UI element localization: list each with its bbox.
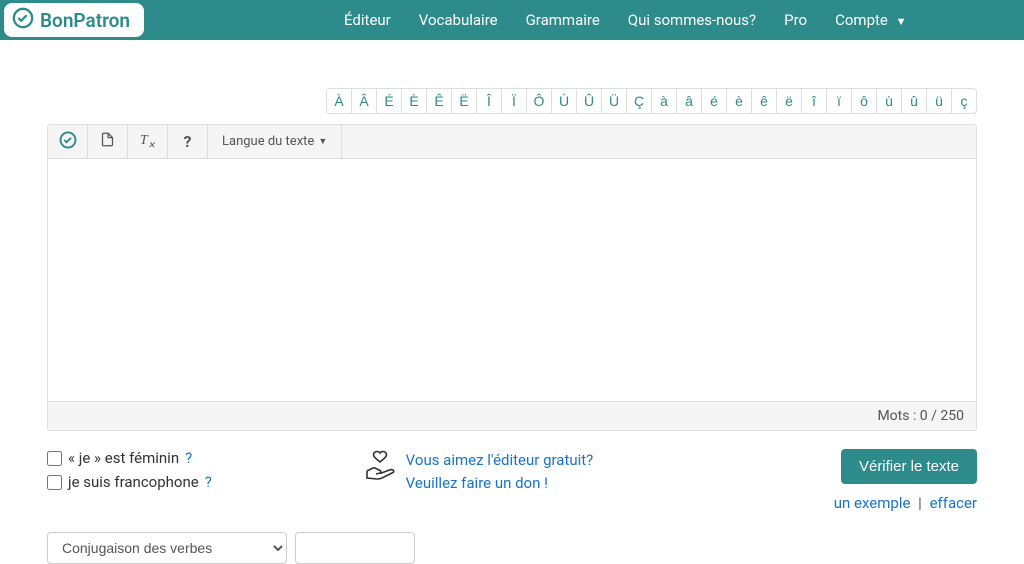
question-icon: ? xyxy=(184,132,192,151)
char-button-ç[interactable]: ç xyxy=(951,88,977,114)
logo-text: BonPatron xyxy=(40,9,130,32)
donate-link-1[interactable]: Vous aimez l'éditeur gratuit? xyxy=(406,449,594,472)
char-button-û[interactable]: û xyxy=(901,88,927,114)
special-char-row: ÀÂÉÈÊËÎÏÔÙÛÜÇàâéèêëîïôùûüç xyxy=(47,88,977,114)
chevron-down-icon: ▼ xyxy=(318,136,327,147)
example-link[interactable]: un exemple xyxy=(834,494,911,512)
nav-editeur[interactable]: Éditeur xyxy=(344,11,391,29)
nav-compte[interactable]: Compte ▼ xyxy=(835,11,906,29)
char-button-î[interactable]: î xyxy=(801,88,827,114)
char-button-Ê[interactable]: Ê xyxy=(426,88,452,114)
nav-pro[interactable]: Pro xyxy=(784,11,807,29)
check-button[interactable] xyxy=(48,125,88,159)
donate-text: Vous aimez l'éditeur gratuit? Veuillez f… xyxy=(406,449,594,494)
francophone-checkbox[interactable] xyxy=(47,475,62,490)
char-button-Ë[interactable]: Ë xyxy=(451,88,477,114)
char-button-À[interactable]: À xyxy=(326,88,352,114)
char-button-â[interactable]: â xyxy=(676,88,702,114)
je-feminine-checkbox[interactable] xyxy=(47,451,62,466)
char-button-Ô[interactable]: Ô xyxy=(526,88,552,114)
char-button-Ï[interactable]: Ï xyxy=(501,88,527,114)
char-button-Ù[interactable]: Ù xyxy=(551,88,577,114)
main-container: ÀÂÉÈÊËÎÏÔÙÛÜÇàâéèêëîïôùûüç T✕ ? Langue d… xyxy=(27,88,997,564)
verify-text-button[interactable]: Vérifier le texte xyxy=(841,449,977,484)
heart-hand-icon xyxy=(364,449,396,485)
conjugation-select[interactable]: Conjugaison des verbes xyxy=(47,532,287,564)
checkbox-options: « je » est féminin ? je suis francophone… xyxy=(47,449,344,512)
help-button[interactable]: ? xyxy=(168,125,208,159)
char-button-è[interactable]: è xyxy=(726,88,752,114)
navbar: BonPatron Éditeur Vocabulaire Grammaire … xyxy=(0,0,1024,40)
francophone-help[interactable]: ? xyxy=(205,473,212,491)
char-button-Î[interactable]: Î xyxy=(476,88,502,114)
separator: | xyxy=(918,494,922,512)
clear-format-button[interactable]: T✕ xyxy=(128,125,168,159)
nav-links: Éditeur Vocabulaire Grammaire Qui sommes… xyxy=(344,11,906,29)
char-button-é[interactable]: é xyxy=(701,88,727,114)
action-column: Vérifier le texte un exemple | effacer xyxy=(680,449,977,512)
char-button-ï[interactable]: ï xyxy=(826,88,852,114)
je-feminine-label: « je » est féminin xyxy=(68,449,179,467)
char-button-Ç[interactable]: Ç xyxy=(626,88,652,114)
options-row: « je » est féminin ? je suis francophone… xyxy=(47,449,977,512)
char-button-É[interactable]: É xyxy=(376,88,402,114)
clear-format-icon: T✕ xyxy=(140,133,155,151)
new-document-button[interactable] xyxy=(88,125,128,159)
check-circle-icon xyxy=(12,7,34,33)
nav-vocabulaire[interactable]: Vocabulaire xyxy=(419,11,498,29)
file-icon xyxy=(100,132,115,151)
chevron-down-icon: ▼ xyxy=(896,15,907,28)
francophone-label: je suis francophone xyxy=(68,473,199,491)
je-feminine-help[interactable]: ? xyxy=(185,449,192,467)
conjugation-row: Conjugaison des verbes xyxy=(47,532,977,564)
nav-grammaire[interactable]: Grammaire xyxy=(526,11,600,29)
action-links: un exemple | effacer xyxy=(680,494,977,512)
char-button-ë[interactable]: ë xyxy=(776,88,802,114)
char-button-Â[interactable]: Â xyxy=(351,88,377,114)
word-count-label: Mots : 0 / 250 xyxy=(48,401,976,430)
char-button-ü[interactable]: ü xyxy=(926,88,952,114)
char-button-Û[interactable]: Û xyxy=(576,88,602,114)
nav-qui-sommes-nous[interactable]: Qui sommes-nous? xyxy=(628,11,756,29)
char-button-à[interactable]: à xyxy=(651,88,677,114)
donate-link-2[interactable]: Veuillez faire un don ! xyxy=(406,472,594,495)
text-editor-area[interactable] xyxy=(48,159,976,397)
donate-block: Vous aimez l'éditeur gratuit? Veuillez f… xyxy=(364,449,661,512)
logo[interactable]: BonPatron xyxy=(4,3,144,37)
char-button-ô[interactable]: ô xyxy=(851,88,877,114)
char-button-Ü[interactable]: Ü xyxy=(601,88,627,114)
char-button-ù[interactable]: ù xyxy=(876,88,902,114)
char-button-ê[interactable]: ê xyxy=(751,88,777,114)
editor-toolbar: T✕ ? Langue du texte ▼ xyxy=(48,125,976,159)
conjugation-input[interactable] xyxy=(295,532,415,564)
clear-link[interactable]: effacer xyxy=(930,494,977,512)
editor: T✕ ? Langue du texte ▼ Mots : 0 / 250 xyxy=(47,124,977,431)
check-circle-icon xyxy=(59,131,77,153)
char-button-È[interactable]: È xyxy=(401,88,427,114)
language-dropdown[interactable]: Langue du texte ▼ xyxy=(208,125,342,159)
